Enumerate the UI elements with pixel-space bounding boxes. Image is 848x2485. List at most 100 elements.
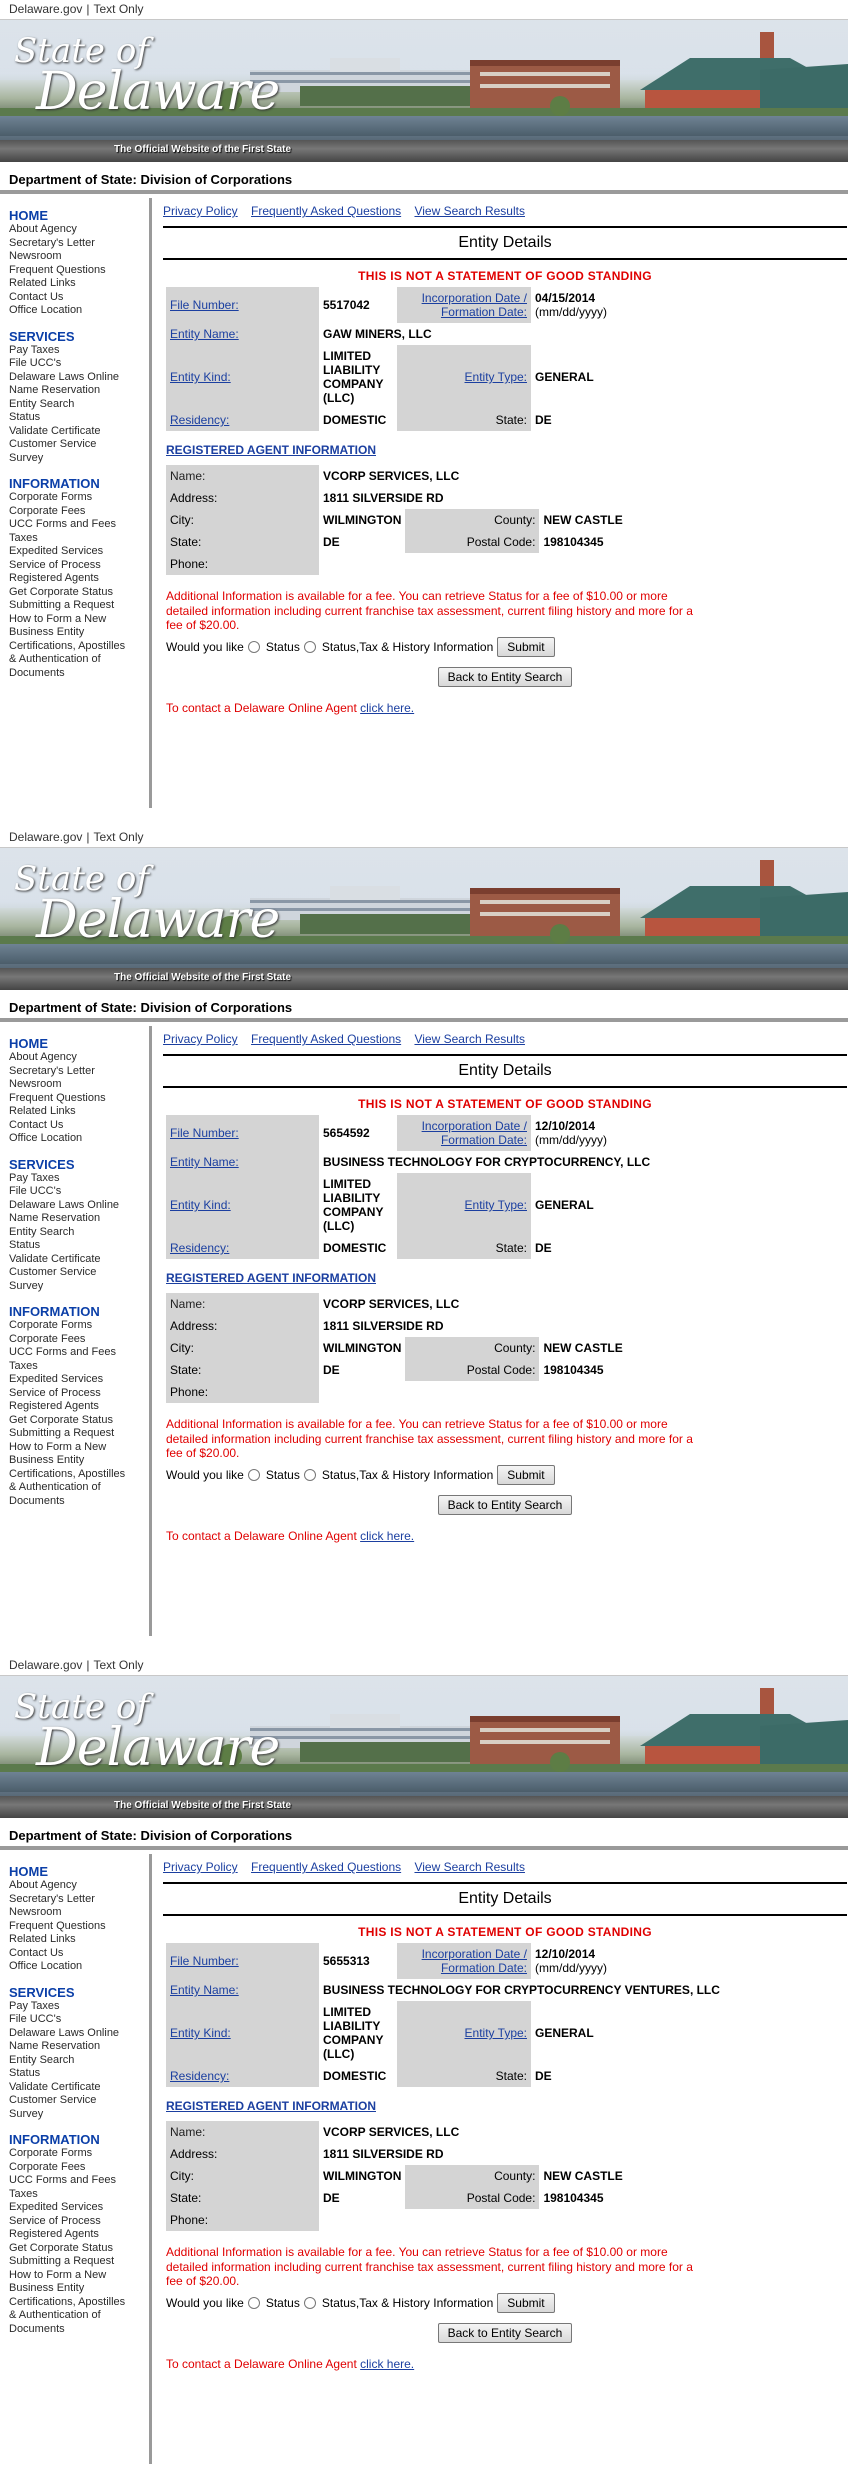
nav-item-information[interactable]: & Authentication of — [9, 1481, 149, 1495]
nav-item-services[interactable]: Survey — [9, 452, 149, 466]
text-only-link[interactable]: Text Only — [94, 830, 144, 844]
nav-item-information[interactable]: UCC Forms and Fees — [9, 2174, 149, 2188]
nav-item-services[interactable]: Status — [9, 1239, 149, 1253]
nav-item-information[interactable]: & Authentication of — [9, 653, 149, 667]
view-search-results-link[interactable]: View Search Results — [414, 204, 525, 218]
nav-item-services[interactable]: Delaware Laws Online — [9, 371, 149, 385]
privacy-policy-link[interactable]: Privacy Policy — [163, 204, 238, 218]
nav-item-information[interactable]: UCC Forms and Fees — [9, 518, 149, 532]
nav-item-information[interactable]: Expedited Services — [9, 1373, 149, 1387]
nav-item-home[interactable]: Frequent Questions — [9, 1092, 149, 1106]
nav-item-home[interactable]: Contact Us — [9, 1947, 149, 1961]
entity-type-help-link[interactable]: Entity Type: — [465, 2026, 527, 2040]
nav-item-information[interactable]: Documents — [9, 2323, 149, 2337]
nav-item-information[interactable]: Service of Process — [9, 2215, 149, 2229]
nav-item-home[interactable]: Frequent Questions — [9, 264, 149, 278]
nav-item-home[interactable]: Related Links — [9, 277, 149, 291]
nav-item-home[interactable]: About Agency — [9, 1051, 149, 1065]
nav-item-information[interactable]: Get Corporate Status — [9, 1414, 149, 1428]
click-here-link[interactable]: click here. — [360, 701, 414, 715]
nav-item-information[interactable]: Corporate Forms — [9, 491, 149, 505]
back-to-entity-search-button[interactable]: Back to Entity Search — [437, 666, 573, 687]
entity-kind-help-link[interactable]: Entity Kind: — [170, 370, 231, 384]
nav-item-information[interactable]: Certifications, Apostilles — [9, 1468, 149, 1482]
privacy-policy-link[interactable]: Privacy Policy — [163, 1032, 238, 1046]
full-info-radio[interactable] — [303, 1468, 316, 1481]
nav-item-information[interactable]: Submitting a Request — [9, 1427, 149, 1441]
entity-type-help-link[interactable]: Entity Type: — [465, 370, 527, 384]
delaware-gov-link[interactable]: Delaware.gov — [9, 830, 82, 844]
back-to-entity-search-button[interactable]: Back to Entity Search — [437, 2322, 573, 2343]
nav-item-home[interactable]: Frequent Questions — [9, 1920, 149, 1934]
nav-item-services[interactable]: Delaware Laws Online — [9, 2027, 149, 2041]
privacy-policy-link[interactable]: Privacy Policy — [163, 1860, 238, 1874]
nav-item-information[interactable]: Corporate Forms — [9, 1319, 149, 1333]
delaware-gov-link[interactable]: Delaware.gov — [9, 2, 82, 16]
file-number-help-link[interactable]: File Number: — [170, 1126, 239, 1140]
nav-item-information[interactable]: Corporate Fees — [9, 505, 149, 519]
state-of-delaware-logo[interactable]: State of Delaware — [14, 862, 280, 946]
submit-button[interactable]: Submit — [497, 2292, 555, 2313]
click-here-link[interactable]: click here. — [360, 1529, 414, 1543]
status-radio[interactable] — [247, 2296, 260, 2309]
faq-link[interactable]: Frequently Asked Questions — [251, 1860, 401, 1874]
submit-button[interactable]: Submit — [497, 636, 555, 657]
status-radio[interactable] — [247, 640, 260, 653]
nav-item-home[interactable]: Secretary's Letter — [9, 1893, 149, 1907]
nav-item-information[interactable]: How to Form a New — [9, 613, 149, 627]
nav-heading-home[interactable]: HOME — [9, 1036, 149, 1051]
nav-item-services[interactable]: Validate Certificate — [9, 425, 149, 439]
inc-date-help-link[interactable]: Incorporation Date / Formation Date: — [422, 1119, 527, 1147]
view-search-results-link[interactable]: View Search Results — [414, 1032, 525, 1046]
nav-item-information[interactable]: Corporate Forms — [9, 2147, 149, 2161]
nav-item-home[interactable]: Office Location — [9, 1960, 149, 1974]
residency-help-link[interactable]: Residency: — [170, 2069, 229, 2083]
registered-agent-info-link[interactable]: REGISTERED AGENT INFORMATION — [166, 1271, 376, 1285]
entity-type-help-link[interactable]: Entity Type: — [465, 1198, 527, 1212]
entity-kind-help-link[interactable]: Entity Kind: — [170, 2026, 231, 2040]
nav-item-home[interactable]: Contact Us — [9, 1119, 149, 1133]
nav-item-information[interactable]: Get Corporate Status — [9, 2242, 149, 2256]
nav-item-information[interactable]: Business Entity — [9, 2282, 149, 2296]
nav-item-services[interactable]: Validate Certificate — [9, 2081, 149, 2095]
entity-name-help-link[interactable]: Entity Name: — [170, 1155, 239, 1169]
click-here-link[interactable]: click here. — [360, 2357, 414, 2371]
nav-item-home[interactable]: Secretary's Letter — [9, 237, 149, 251]
nav-item-information[interactable]: Taxes — [9, 1360, 149, 1374]
nav-item-information[interactable]: How to Form a New — [9, 1441, 149, 1455]
nav-item-home[interactable]: Office Location — [9, 304, 149, 318]
nav-item-services[interactable]: Name Reservation — [9, 1212, 149, 1226]
residency-help-link[interactable]: Residency: — [170, 1241, 229, 1255]
inc-date-help-link[interactable]: Incorporation Date / Formation Date: — [422, 1947, 527, 1975]
back-to-entity-search-button[interactable]: Back to Entity Search — [437, 1494, 573, 1515]
entity-name-help-link[interactable]: Entity Name: — [170, 1983, 239, 1997]
nav-item-home[interactable]: Contact Us — [9, 291, 149, 305]
nav-item-information[interactable]: UCC Forms and Fees — [9, 1346, 149, 1360]
nav-item-services[interactable]: Name Reservation — [9, 2040, 149, 2054]
inc-date-help-link[interactable]: Incorporation Date / Formation Date: — [422, 291, 527, 319]
nav-item-home[interactable]: About Agency — [9, 223, 149, 237]
residency-help-link[interactable]: Residency: — [170, 413, 229, 427]
nav-item-information[interactable]: Service of Process — [9, 559, 149, 573]
nav-item-information[interactable]: Registered Agents — [9, 572, 149, 586]
nav-item-services[interactable]: Customer Service — [9, 438, 149, 452]
nav-item-information[interactable]: Taxes — [9, 2188, 149, 2202]
nav-item-home[interactable]: Related Links — [9, 1105, 149, 1119]
nav-item-home[interactable]: Newsroom — [9, 250, 149, 264]
nav-item-information[interactable]: Expedited Services — [9, 545, 149, 559]
nav-item-services[interactable]: Pay Taxes — [9, 1172, 149, 1186]
faq-link[interactable]: Frequently Asked Questions — [251, 1032, 401, 1046]
state-of-delaware-logo[interactable]: State of Delaware — [14, 1690, 280, 1774]
entity-name-help-link[interactable]: Entity Name: — [170, 327, 239, 341]
nav-item-home[interactable]: Newsroom — [9, 1078, 149, 1092]
nav-item-information[interactable]: Certifications, Apostilles — [9, 2296, 149, 2310]
nav-item-information[interactable]: Documents — [9, 667, 149, 681]
nav-item-services[interactable]: Customer Service — [9, 1266, 149, 1280]
faq-link[interactable]: Frequently Asked Questions — [251, 204, 401, 218]
nav-item-home[interactable]: Office Location — [9, 1132, 149, 1146]
nav-item-services[interactable]: Status — [9, 2067, 149, 2081]
nav-item-information[interactable]: Expedited Services — [9, 2201, 149, 2215]
registered-agent-info-link[interactable]: REGISTERED AGENT INFORMATION — [166, 2099, 376, 2113]
status-radio[interactable] — [247, 1468, 260, 1481]
nav-item-home[interactable]: Related Links — [9, 1933, 149, 1947]
